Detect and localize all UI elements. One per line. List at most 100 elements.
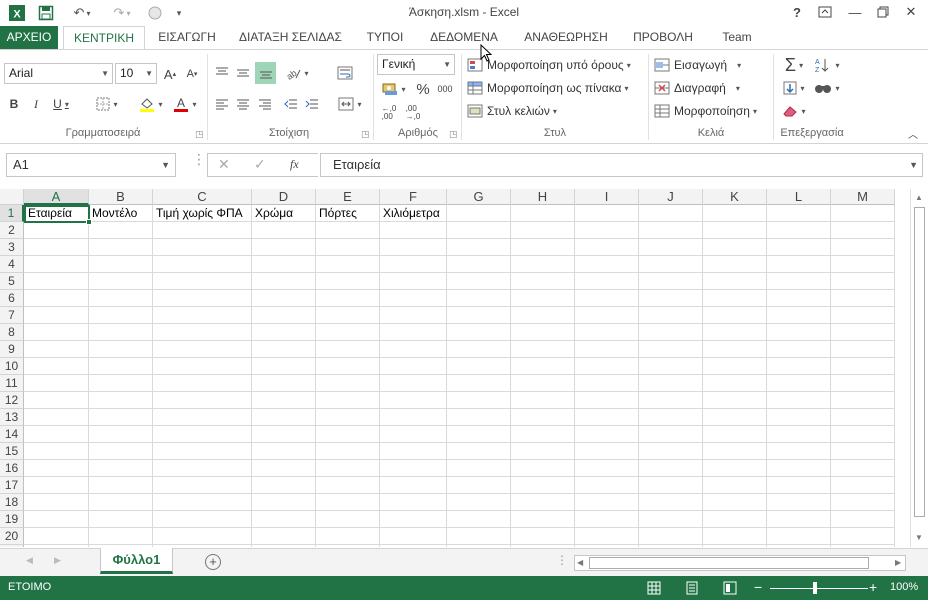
insert-function-icon[interactable]: fx: [290, 157, 299, 172]
row-header-16[interactable]: 16: [0, 460, 24, 477]
format-cells-button[interactable]: Μορφοποίηση ▾: [654, 102, 757, 120]
zoom-slider-track[interactable]: [770, 588, 868, 589]
tab-file[interactable]: ΑΡΧΕΙΟ: [0, 26, 58, 49]
row-header-12[interactable]: 12: [0, 392, 24, 409]
row-header-10[interactable]: 10: [0, 358, 24, 375]
restore-icon[interactable]: [870, 2, 896, 22]
drag-handle-icon[interactable]: ⋮: [192, 152, 206, 174]
row-header-20[interactable]: 20: [0, 528, 24, 545]
sheet-tab[interactable]: Φύλλο1: [100, 548, 173, 574]
tab-page-layout[interactable]: ΔΙΑΤΑΞΗ ΣΕΛΙΔΑΣ: [232, 26, 349, 49]
align-middle-icon[interactable]: [234, 62, 252, 84]
decrease-indent-icon[interactable]: [282, 94, 300, 114]
delete-cells-button[interactable]: Διαγραφή ▾: [654, 79, 740, 97]
font-dialog-launcher-icon[interactable]: ◳: [195, 129, 204, 140]
help-button[interactable]: ?: [784, 2, 810, 22]
cancel-icon[interactable]: ✕: [218, 156, 230, 173]
tab-team[interactable]: Team: [712, 26, 762, 49]
increase-indent-icon[interactable]: [303, 94, 321, 114]
fill-down-icon[interactable]: ▾: [779, 78, 809, 98]
select-all-corner[interactable]: [0, 189, 24, 205]
zoom-in-icon[interactable]: +: [869, 579, 877, 595]
cell-styles-button[interactable]: Στυλ κελιών ▾: [467, 102, 557, 120]
row-header-1[interactable]: 1: [0, 205, 24, 222]
row-header-21[interactable]: 21: [0, 545, 24, 547]
row-header-5[interactable]: 5: [0, 273, 24, 290]
split-handle-icon[interactable]: ⋮: [556, 553, 568, 567]
collapse-ribbon-icon[interactable]: ︿: [906, 126, 920, 141]
percent-icon[interactable]: %: [414, 79, 432, 99]
add-sheet-icon[interactable]: +: [205, 554, 221, 570]
clear-icon[interactable]: ▾: [779, 101, 809, 121]
find-select-icon[interactable]: ▾: [812, 78, 842, 98]
column-header-c[interactable]: C: [153, 189, 252, 205]
row-header-6[interactable]: 6: [0, 290, 24, 307]
column-header-i[interactable]: I: [575, 189, 639, 205]
row-header-4[interactable]: 4: [0, 256, 24, 273]
bold-icon[interactable]: B: [6, 94, 22, 114]
prev-sheet-icon[interactable]: ◀: [26, 555, 33, 566]
page-layout-view-icon[interactable]: [684, 580, 700, 596]
row-header-13[interactable]: 13: [0, 409, 24, 426]
sort-filter-icon[interactable]: A Z ▾: [812, 54, 842, 76]
borders-icon[interactable]: ▾: [92, 94, 122, 114]
zoom-slider-thumb[interactable]: [813, 582, 817, 594]
format-as-table-button[interactable]: Μορφοποίηση ως πίνακα ▾: [467, 79, 629, 97]
column-header-d[interactable]: D: [252, 189, 316, 205]
row-header-17[interactable]: 17: [0, 477, 24, 494]
vertical-scroll-thumb[interactable]: [914, 207, 925, 517]
row-header-3[interactable]: 3: [0, 239, 24, 256]
number-format-combo[interactable]: Γενική ▼: [377, 54, 455, 75]
row-header-18[interactable]: 18: [0, 494, 24, 511]
row-header-19[interactable]: 19: [0, 511, 24, 528]
underline-icon[interactable]: U ▾: [50, 94, 72, 114]
column-header-k[interactable]: K: [703, 189, 767, 205]
align-top-icon[interactable]: [213, 62, 231, 84]
page-break-preview-icon[interactable]: [722, 580, 738, 596]
horizontal-scrollbar[interactable]: ◀ ▶: [574, 555, 906, 571]
align-left-icon[interactable]: [213, 94, 231, 114]
increase-decimal-icon[interactable]: ←,0,00: [380, 104, 398, 122]
cell-f1[interactable]: Χιλιόμετρα: [381, 205, 440, 222]
tab-view[interactable]: ΠΡΟΒΟΛΗ: [626, 26, 700, 49]
row-header-2[interactable]: 2: [0, 222, 24, 239]
formula-input[interactable]: Εταιρεία ▼: [320, 153, 923, 177]
column-header-l[interactable]: L: [767, 189, 831, 205]
horizontal-scroll-thumb[interactable]: [589, 557, 869, 569]
row-header-7[interactable]: 7: [0, 307, 24, 324]
column-header-g[interactable]: G: [447, 189, 511, 205]
column-header-e[interactable]: E: [316, 189, 380, 205]
accounting-format-icon[interactable]: ▾: [378, 79, 410, 99]
align-right-icon[interactable]: [256, 94, 274, 114]
zoom-out-icon[interactable]: −: [754, 579, 762, 595]
decrease-decimal-icon[interactable]: ,00 →,0: [404, 104, 422, 122]
autosum-icon[interactable]: Σ ▾: [779, 54, 809, 76]
row-header-14[interactable]: 14: [0, 426, 24, 443]
enter-check-icon[interactable]: ✓: [254, 156, 266, 173]
italic-icon[interactable]: I: [28, 94, 44, 114]
align-center-icon[interactable]: [234, 94, 252, 114]
scroll-up-icon[interactable]: ▲: [915, 193, 923, 202]
fill-color-icon[interactable]: ▾: [136, 94, 166, 114]
wrap-text-icon[interactable]: [334, 62, 356, 84]
row-header-15[interactable]: 15: [0, 443, 24, 460]
shrink-font-icon[interactable]: A ▾: [183, 64, 201, 84]
close-button[interactable]: ✕: [898, 2, 924, 22]
expand-formula-icon[interactable]: ▼: [909, 154, 918, 176]
align-bottom-icon[interactable]: [255, 62, 276, 84]
cell-d1[interactable]: Χρώμα: [253, 205, 293, 222]
scroll-down-icon[interactable]: ▼: [915, 533, 923, 542]
column-header-a[interactable]: A: [24, 189, 89, 205]
tab-data[interactable]: ΔΕΔΟΜΕΝΑ: [424, 26, 504, 49]
column-header-h[interactable]: H: [511, 189, 575, 205]
tab-review[interactable]: ΑΝΑΘΕΩΡΗΣΗ: [518, 26, 614, 49]
zoom-level[interactable]: 100%: [890, 581, 918, 593]
worksheet-grid[interactable]: ABCDEFGHIJKLM 1 2 3 4 5 6 7 8 9 10 11 12 13 14 15 16 17 1…: [0, 189, 910, 547]
insert-cells-button[interactable]: Εισαγωγή ▾: [654, 56, 741, 74]
next-sheet-icon[interactable]: ▶: [54, 555, 61, 566]
orientation-icon[interactable]: ab ▾: [282, 62, 312, 84]
alignment-dialog-launcher-icon[interactable]: ◳: [361, 129, 370, 140]
grow-font-icon[interactable]: A ▴: [161, 64, 179, 84]
scroll-left-icon[interactable]: ◀: [577, 558, 583, 567]
cell-c1[interactable]: Τιμή χωρίς ΦΠΑ: [154, 205, 243, 222]
